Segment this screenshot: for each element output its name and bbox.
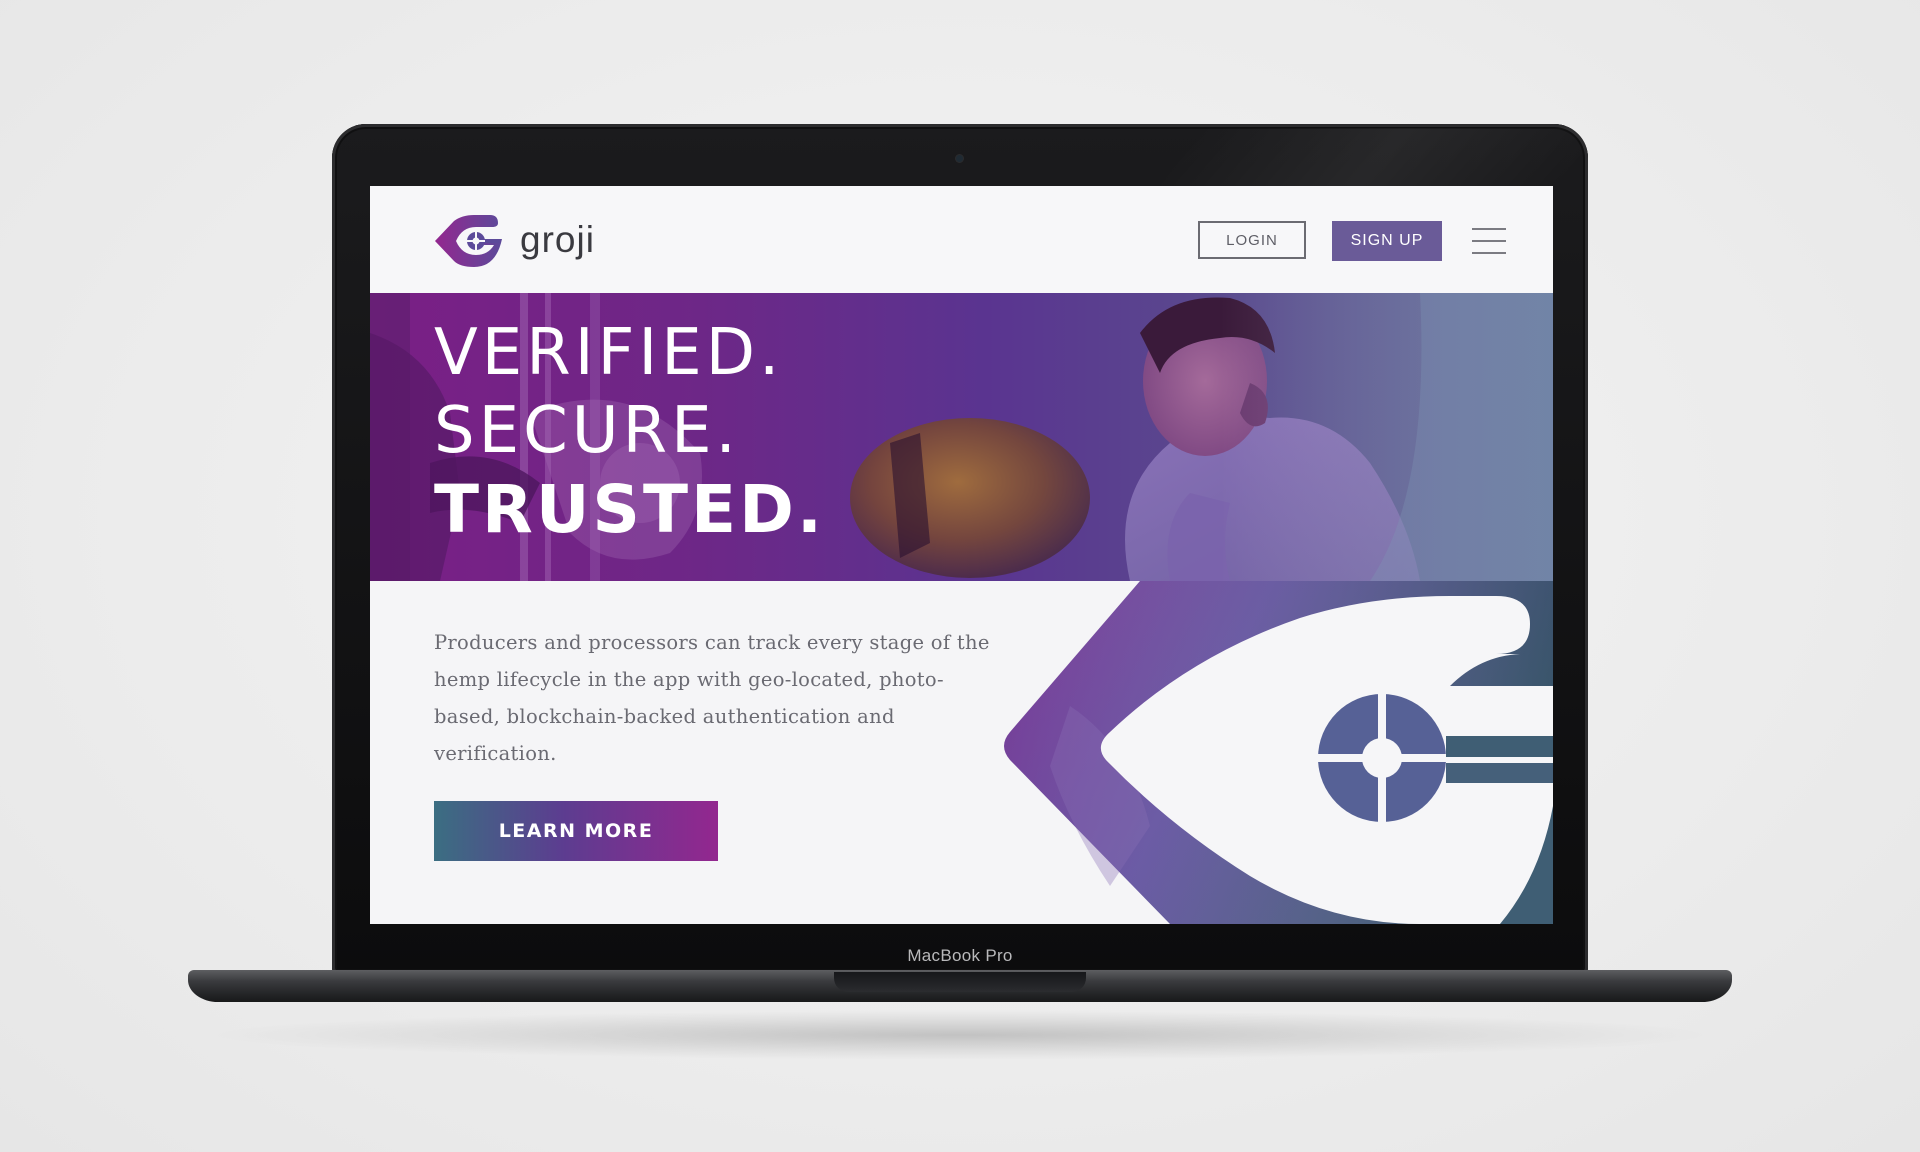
webcam-icon [956, 155, 963, 162]
menu-line [1472, 240, 1506, 242]
laptop-shadow [200, 1010, 1720, 1060]
learn-more-button[interactable]: LEARN MORE [434, 801, 718, 861]
lid-glare [1158, 128, 1602, 188]
hero-banner: VERIFIED. SECURE. TRUSTED. [370, 293, 1553, 581]
headline-line-trusted: TRUSTED. [434, 471, 825, 548]
menu-line [1472, 252, 1506, 254]
device-label: MacBook Pro [907, 946, 1013, 965]
intro-paragraph: Producers and processors can track every… [434, 631, 990, 765]
login-button[interactable]: LOGIN [1198, 221, 1306, 259]
headline-line-secure: SECURE. [434, 394, 740, 468]
hamburger-menu-icon[interactable] [1472, 226, 1506, 256]
menu-line [1472, 228, 1506, 230]
laptop-screen: groji LOGIN SIGN UP VERIFIED. SECURE. TR… [370, 186, 1553, 924]
hero-headline: VERIFIED. SECURE. TRUSTED. [434, 321, 825, 543]
site-header: groji LOGIN SIGN UP [370, 186, 1553, 293]
headline-line-verified: VERIFIED. [434, 316, 784, 390]
signup-button[interactable]: SIGN UP [1332, 221, 1442, 261]
laptop-opening-notch [834, 972, 1086, 992]
page-background: groji LOGIN SIGN UP VERIFIED. SECURE. TR… [0, 0, 1920, 1152]
brand-wordmark: groji [520, 219, 595, 260]
